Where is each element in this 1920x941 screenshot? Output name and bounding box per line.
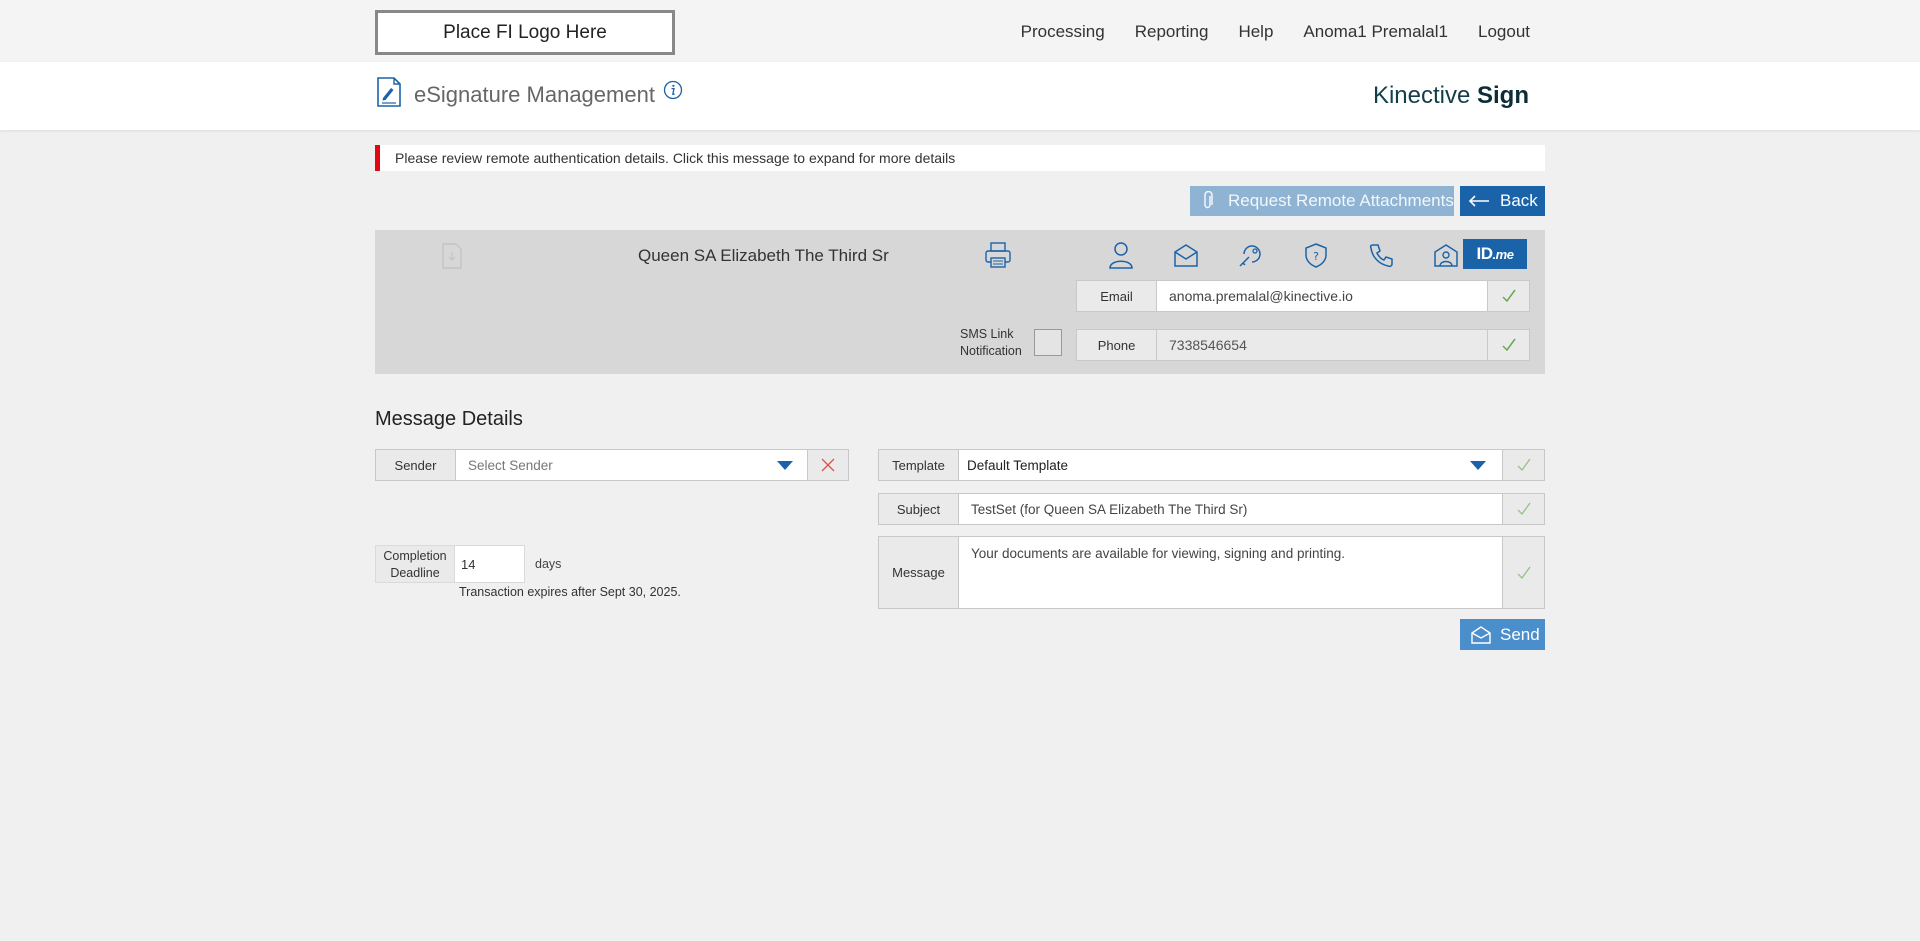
message-details-title: Message Details	[375, 408, 523, 430]
sender-invalid-icon	[808, 449, 849, 481]
nav-processing[interactable]: Processing	[1021, 22, 1105, 42]
message-row: Message Your documents are available for…	[878, 536, 1545, 609]
sms-label-line2: Notification	[960, 344, 1022, 358]
subject-row: Subject TestSet (for Queen SA Elizabeth …	[878, 493, 1545, 525]
email-label: Email	[1076, 280, 1157, 312]
send-label: Send	[1500, 624, 1540, 644]
template-label: Template	[878, 449, 959, 481]
chevron-down-icon	[777, 460, 793, 470]
recipient-panel: Queen SA Elizabeth The Third Sr ? ID .me …	[375, 230, 1545, 374]
template-check-icon	[1503, 449, 1545, 481]
subject-label: Subject	[878, 493, 959, 525]
fi-logo-placeholder: Place FI Logo Here	[375, 10, 675, 55]
key-auth-icon[interactable]	[1218, 240, 1283, 270]
sender-label: Sender	[375, 449, 456, 481]
nav-user-name[interactable]: Anoma1 Premalal1	[1303, 22, 1448, 42]
deadline-unit: days	[535, 557, 562, 571]
nav-reporting[interactable]: Reporting	[1135, 22, 1209, 42]
transaction-expiry-note: Transaction expires after Sept 30, 2025.	[459, 585, 681, 599]
esignature-document-icon	[377, 77, 401, 107]
deadline-label-line1: Completion	[383, 549, 447, 563]
brand-name-bold: Sign	[1477, 82, 1529, 109]
nav-help[interactable]: Help	[1238, 22, 1273, 42]
request-remote-attachments-button[interactable]: Request Remote Attachments	[1190, 186, 1454, 216]
back-button[interactable]: Back	[1460, 186, 1545, 216]
phone-auth-icon[interactable]	[1348, 240, 1413, 270]
template-select[interactable]: Default Template	[959, 449, 1503, 481]
back-label: Back	[1500, 191, 1538, 210]
phone-field[interactable]: 7338546654	[1157, 329, 1488, 361]
brand-logo: Kinective Sign	[1373, 82, 1529, 110]
message-check-icon	[1503, 536, 1545, 609]
sms-notification-checkbox[interactable]	[1034, 329, 1062, 356]
top-nav: Processing Reporting Help Anoma1 Premala…	[1021, 22, 1530, 42]
send-mail-icon	[1471, 625, 1491, 644]
nav-logout[interactable]: Logout	[1478, 22, 1530, 42]
template-row: Template Default Template	[878, 449, 1545, 481]
email-field[interactable]: anoma.premalal@kinective.io	[1157, 280, 1488, 312]
phone-label: Phone	[1076, 329, 1157, 361]
brand-name: Kinective	[1372, 82, 1471, 109]
subject-check-icon	[1503, 493, 1545, 525]
send-button[interactable]: Send	[1460, 619, 1545, 650]
email-row: Email anoma.premalal@kinective.io	[1076, 280, 1530, 312]
completion-deadline-label: Completion Deadline	[375, 545, 455, 583]
template-value: Default Template	[967, 457, 1069, 473]
deadline-label-line2: Deadline	[390, 566, 440, 580]
message-label: Message	[878, 536, 959, 609]
printer-icon[interactable]	[983, 240, 1013, 270]
sender-placeholder: Select Sender	[468, 457, 553, 473]
sender-row: Sender Select Sender	[375, 449, 849, 481]
idme-suffix: .me	[1492, 246, 1514, 262]
svg-text:?: ?	[1313, 250, 1319, 263]
request-remote-attachments-label: Request Remote Attachments	[1228, 191, 1454, 210]
sms-label-line1: SMS Link	[960, 327, 1014, 341]
completion-deadline-input[interactable]: 14	[455, 545, 525, 583]
document-status-icon	[442, 243, 462, 269]
info-icon[interactable]	[663, 80, 683, 100]
paperclip-icon	[1204, 191, 1213, 209]
sender-select[interactable]: Select Sender	[456, 449, 808, 481]
person-icon[interactable]	[1088, 240, 1153, 270]
idme-label: ID	[1476, 244, 1494, 263]
subject-input[interactable]: TestSet (for Queen SA Elizabeth The Thir…	[959, 493, 1503, 525]
sms-link-notification-label: SMS Link Notification	[960, 326, 1022, 360]
top-bar: Place FI Logo Here Processing Reporting …	[0, 0, 1920, 62]
idme-auth-button[interactable]: ID .me	[1463, 239, 1527, 269]
email-check-icon	[1488, 280, 1530, 312]
app-header: eSignature Management Kinective Sign	[0, 62, 1920, 130]
auth-warning-alert[interactable]: Please review remote authentication deta…	[375, 145, 1545, 171]
kba-shield-icon[interactable]: ?	[1283, 240, 1348, 270]
phone-check-icon	[1488, 329, 1530, 361]
recipient-name: Queen SA Elizabeth The Third Sr	[638, 246, 889, 265]
page-title: eSignature Management	[414, 82, 655, 107]
chevron-down-icon	[1470, 460, 1486, 470]
auth-method-icons: ?	[1088, 240, 1478, 270]
email-auth-icon[interactable]	[1153, 240, 1218, 270]
phone-row: Phone 7338546654	[1076, 329, 1530, 361]
arrow-left-icon	[1468, 195, 1489, 207]
message-textarea[interactable]: Your documents are available for viewing…	[959, 536, 1503, 609]
